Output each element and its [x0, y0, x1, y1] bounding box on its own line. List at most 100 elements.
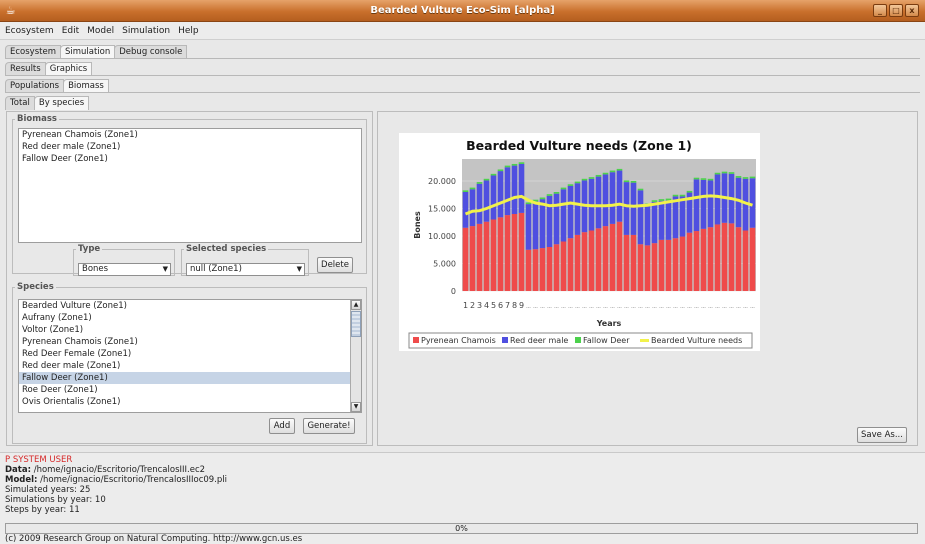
legend-label: Bearded Vulture needs [651, 336, 742, 345]
generate-button[interactable]: Generate! [303, 418, 355, 434]
tab-total[interactable]: Total [5, 96, 35, 110]
menu-simulation[interactable]: Simulation [122, 26, 170, 36]
list-item[interactable]: Fallow Deer (Zone1) [19, 153, 361, 165]
bar-fallow-deer [700, 178, 707, 180]
bar-pyrenean-chamois [476, 223, 483, 291]
bar-red-deer-male [476, 183, 483, 224]
species-group-title: Species [17, 282, 54, 292]
window-controls: _ □ x [873, 4, 919, 17]
bar-pyrenean-chamois [644, 245, 651, 291]
bar-fallow-deer [490, 173, 497, 176]
tab-biomass[interactable]: Biomass [63, 79, 109, 93]
bar-fallow-deer [749, 176, 756, 179]
status-simulated-years: Simulated years: 25 [5, 485, 91, 495]
bar-red-deer-male [567, 185, 574, 239]
close-icon[interactable]: x [905, 4, 919, 17]
x-tick-label: 8 [512, 301, 517, 310]
list-item[interactable]: Roe Deer (Zone1) [19, 384, 361, 396]
list-item[interactable]: Voltor (Zone1) [19, 324, 361, 336]
bar-pyrenean-chamois [714, 224, 721, 291]
species-list[interactable]: Bearded Vulture (Zone1) Aufrany (Zone1) … [18, 299, 362, 413]
add-button[interactable]: Add [269, 418, 295, 434]
bar-pyrenean-chamois [693, 231, 700, 291]
x-tick-label: 2 [470, 301, 475, 310]
bar-red-deer-male [574, 183, 581, 235]
bar-red-deer-male [651, 201, 658, 244]
list-item[interactable]: Red Deer Female (Zone1) [19, 348, 361, 360]
bar-red-deer-male [560, 189, 567, 242]
minimize-icon[interactable]: _ [873, 4, 887, 17]
bar-pyrenean-chamois [700, 228, 707, 291]
type-select[interactable]: Bones ▼ [78, 263, 171, 276]
save-as-button[interactable]: Save As... [857, 427, 907, 443]
scroll-thumb[interactable] [351, 311, 361, 337]
bar-pyrenean-chamois [469, 226, 476, 291]
bar-pyrenean-chamois [609, 223, 616, 291]
bar-red-deer-male [483, 180, 490, 222]
bar-fallow-deer [637, 188, 644, 191]
tab-results[interactable]: Results [5, 62, 46, 76]
bar-fallow-deer [616, 168, 623, 171]
y-tick-label: 5.000 [433, 260, 456, 269]
bar-pyrenean-chamois [637, 244, 644, 291]
bar-fallow-deer [658, 199, 665, 201]
list-item[interactable]: Red deer male (Zone1) [19, 141, 361, 153]
bar-pyrenean-chamois [658, 239, 665, 291]
x-tick-label: ... [624, 304, 629, 310]
menu-ecosystem[interactable]: Ecosystem [5, 26, 54, 36]
species-scrollbar[interactable]: ▲ ▼ [350, 300, 361, 412]
tab-populations[interactable]: Populations [5, 79, 65, 93]
progress-bar: 0% [5, 523, 918, 534]
x-axis: 1 2 3 4 5 6 7 8 9...............................… [463, 301, 755, 310]
legend-label: Fallow Deer [583, 336, 630, 345]
progress-label: 0% [455, 524, 468, 533]
bar-fallow-deer [735, 176, 742, 178]
bar-fallow-deer [476, 182, 483, 184]
bar-red-deer-male [497, 171, 504, 218]
x-tick-label: ... [708, 304, 713, 310]
bar-red-deer-male [672, 196, 679, 239]
footer-copyright: (c) 2009 Research Group on Natural Compu… [5, 534, 303, 544]
tab-simulation[interactable]: Simulation [59, 45, 116, 59]
list-item[interactable]: Ovis Orientalis (Zone1) [19, 396, 361, 408]
chevron-down-icon: ▼ [296, 265, 302, 273]
y-axis: 0 5.000 10.000 15.000 20.000 [428, 177, 456, 296]
tab-debug-console[interactable]: Debug console [114, 45, 188, 59]
x-tick-label: ... [533, 304, 538, 310]
y-axis-label: Bones [413, 211, 422, 239]
bar-pyrenean-chamois [560, 241, 567, 291]
bar-red-deer-male [637, 190, 644, 245]
biomass-list[interactable]: Pyrenean Chamois (Zone1) Red deer male (… [18, 128, 362, 243]
tab-graphics[interactable]: Graphics [44, 62, 93, 76]
bar-red-deer-male [553, 193, 560, 245]
tab-ecosystem[interactable]: Ecosystem [5, 45, 61, 59]
menu-edit[interactable]: Edit [62, 26, 79, 36]
list-item-selected[interactable]: Fallow Deer (Zone1) [19, 372, 361, 384]
legend-swatch [575, 337, 581, 343]
menu-help[interactable]: Help [178, 26, 199, 36]
list-item[interactable]: Bearded Vulture (Zone1) [19, 300, 361, 312]
maximize-icon[interactable]: □ [889, 4, 903, 17]
chart-title: Bearded Vulture needs (Zone 1) [466, 138, 692, 153]
window-title: Bearded Vulture Eco-Sim [alpha] [370, 5, 555, 16]
x-tick-label: ... [729, 304, 734, 310]
x-tick-label: ... [694, 304, 699, 310]
x-tick-label: ... [680, 304, 685, 310]
x-tick-label: ... [596, 304, 601, 310]
scroll-up-icon[interactable]: ▲ [351, 300, 361, 310]
delete-button[interactable]: Delete [317, 257, 353, 273]
list-item[interactable]: Aufrany (Zone1) [19, 312, 361, 324]
list-item[interactable]: Pyrenean Chamois (Zone1) [19, 129, 361, 141]
scroll-down-icon[interactable]: ▼ [351, 402, 361, 412]
x-tick-label: ... [540, 304, 545, 310]
x-tick-label: ... [554, 304, 559, 310]
tab-by-species[interactable]: By species [33, 96, 90, 110]
bar-fallow-deer [469, 187, 476, 190]
list-item[interactable]: Red deer male (Zone1) [19, 360, 361, 372]
bar-pyrenean-chamois [721, 222, 728, 291]
left-panel: Biomass Pyrenean Chamois (Zone1) Red dee… [6, 111, 373, 446]
list-item[interactable]: Pyrenean Chamois (Zone1) [19, 336, 361, 348]
y-tick-label: 20.000 [428, 177, 456, 186]
menu-model[interactable]: Model [87, 26, 114, 36]
selected-species-select[interactable]: null (Zone1) ▼ [186, 263, 305, 276]
